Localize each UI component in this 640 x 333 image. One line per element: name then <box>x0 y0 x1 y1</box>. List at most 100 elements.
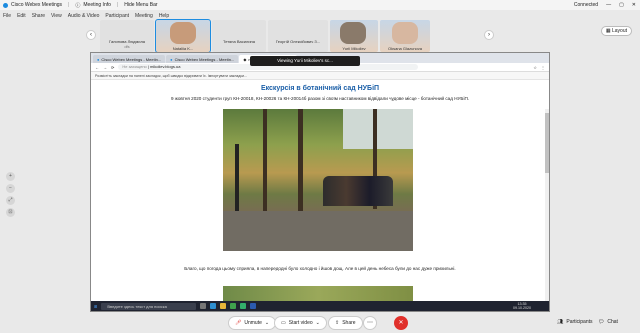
windows-start-icon[interactable]: ⊞ <box>94 304 97 309</box>
webex-tab-icon: ● <box>170 56 173 62</box>
chevron-down-icon: ⌄ <box>315 320 320 326</box>
layout-button[interactable]: ▦ Layout <box>600 26 632 36</box>
menu-file[interactable]: File <box>3 13 11 19</box>
explorer-icon[interactable] <box>220 303 227 309</box>
fit-button[interactable]: ⤢ <box>6 196 15 205</box>
word-icon[interactable] <box>250 303 257 309</box>
menu-edit[interactable]: Edit <box>17 13 26 19</box>
taskbar-search[interactable]: Введите здесь текст для поиска <box>101 302 197 310</box>
connection-status: Connected <box>573 2 599 8</box>
unmute-label: Unmute <box>244 320 262 326</box>
forward-icon[interactable]: → <box>103 65 107 70</box>
clock-date: 09.10.2020 <box>513 306 531 310</box>
start-video-label: Start video <box>288 320 313 326</box>
hide-menu-button[interactable]: Hide Menu Bar <box>124 2 157 8</box>
webex-app-icon[interactable] <box>240 303 247 309</box>
meeting-info-icon: ⓘ <box>75 2 81 9</box>
zoom-controls: + − ⤢ ⊡ <box>6 172 15 217</box>
webex-tab-icon: ● <box>97 56 100 62</box>
after-paragraph: Благо, що погода цьому сприяла, в напере… <box>184 266 456 271</box>
participant-sub: dfs <box>124 44 130 49</box>
browser-tab[interactable]: ● Cisco Webex Meetings - Meetin... <box>93 55 166 63</box>
chat-label: Chat <box>607 319 618 325</box>
participant-name: Yurii Mikoliev <box>342 46 366 51</box>
participant-video <box>340 22 366 44</box>
participant-tile[interactable]: Oksana Glazunova <box>380 20 430 52</box>
share-button[interactable]: ⇪ Share <box>328 316 363 330</box>
chat-icon: 💬︎ <box>598 319 605 325</box>
intro-paragraph: 9 жовтня 2020 студенти груп КН-20018, КН… <box>170 96 470 101</box>
windows-taskbar: ⊞ Введите здесь текст для поиска 13:35 0… <box>91 301 549 311</box>
participant-tile[interactable]: Галинова Людмила dfs <box>100 20 154 52</box>
share-label: Share <box>342 320 356 326</box>
taskbar-apps <box>200 303 257 309</box>
strip-prev-button[interactable]: ‹ <box>86 30 96 40</box>
strip-next-button[interactable]: › <box>484 30 494 40</box>
video-off-icon: ▭ <box>281 320 286 326</box>
participants-button[interactable]: 👥︎ Participants <box>557 319 592 325</box>
leave-meeting-button[interactable]: ✕ <box>394 316 408 330</box>
webex-title-bar: Cisco Webex Meetings | ⓘ Meeting Info | … <box>0 0 640 10</box>
participant-name: Oksana Glazunova <box>387 46 423 51</box>
menu-help[interactable]: Help <box>159 13 169 19</box>
meeting-controls: 🎤︎ Unmute ⌄ ▭ Start video ⌄ ⇪ Share ⋯ ✕ … <box>0 314 640 333</box>
menu-share[interactable]: Share <box>32 13 45 19</box>
security-label: Не захищено <box>122 64 147 69</box>
menu-audio-video[interactable]: Audio & Video <box>68 13 100 19</box>
menu-view[interactable]: View <box>51 13 62 19</box>
webex-logo-icon <box>3 2 8 8</box>
students-group <box>323 176 393 206</box>
taskbar-clock: 13:35 09.10.2020 <box>513 302 531 310</box>
unmute-button[interactable]: 🎤︎ Unmute ⌄ <box>228 316 277 330</box>
participant-name: Георгій Олексійович З... <box>275 39 321 44</box>
chevron-down-icon: ⌄ <box>264 320 270 326</box>
back-icon[interactable]: ← <box>95 65 99 70</box>
page-tab-icon: ◆ <box>243 56 247 62</box>
participants-label: Participants <box>566 319 593 325</box>
chat-button[interactable]: 💬︎ Chat <box>598 319 618 325</box>
start-video-button[interactable]: ▭ Start video ⌄ <box>274 316 327 330</box>
browser-tab[interactable]: ● Cisco Webex Meetings - Meetin... <box>166 55 239 63</box>
star-icon[interactable]: ☆ <box>533 65 537 70</box>
edge-icon[interactable] <box>210 303 217 309</box>
bookmarks-bar: Розмістіть закладки на панелі закладок, … <box>91 72 549 80</box>
chrome-icon[interactable] <box>230 303 237 309</box>
layout-label: Layout <box>611 28 627 34</box>
zoom-out-button[interactable]: − <box>6 184 15 193</box>
tab-label: Cisco Webex Meetings - Meetin... <box>101 56 162 62</box>
participant-strip: Галинова Людмила dfs Nataliia K... Тетян… <box>100 19 495 53</box>
tab-label: Cisco Webex Meetings - Meetin... <box>174 56 235 62</box>
participant-tile[interactable]: Тетяна Василина <box>212 20 266 52</box>
participant-tile[interactable]: Георгій Олексійович З... <box>268 20 328 52</box>
scroll-thumb[interactable] <box>545 113 549 173</box>
menu-dots-icon[interactable]: ⋮ <box>541 65 545 70</box>
url-text: mikoliev.blogs.ua <box>150 64 181 69</box>
shared-screen: ● Cisco Webex Meetings - Meetin... ● Cisco… <box>90 52 550 312</box>
zoom-in-button[interactable]: + <box>6 172 15 181</box>
app-title: Cisco Webex Meetings <box>11 2 63 8</box>
participant-name: Тетяна Василина <box>223 39 255 44</box>
menu-participant[interactable]: Participant <box>105 13 129 19</box>
close-button[interactable]: ✕ <box>632 2 636 8</box>
mic-muted-icon: 🎤︎ <box>235 320 242 326</box>
meeting-info-button[interactable]: Meeting Info <box>83 2 111 8</box>
participant-video <box>170 22 196 44</box>
maximize-button[interactable]: ▢ <box>619 2 624 8</box>
garden-photo <box>223 109 413 251</box>
participant-video <box>392 22 418 44</box>
more-options-button[interactable]: ⋯ <box>363 316 377 330</box>
page-title: Екскурсія в ботанічний сад НУБіП <box>260 85 380 92</box>
participants-icon: 👥︎ <box>557 319 564 325</box>
zoom-fit-icon[interactable]: ⊡ <box>6 208 15 217</box>
minimize-button[interactable]: — <box>606 2 611 8</box>
page-scrollbar[interactable] <box>545 109 549 311</box>
task-view-icon[interactable] <box>200 303 207 309</box>
menu-meeting[interactable]: Meeting <box>135 13 153 19</box>
reload-icon[interactable]: ⟳ <box>111 65 114 70</box>
share-banner[interactable]: Viewing Yurii Mikoliev's sc... <box>250 56 360 66</box>
web-page: Екскурсія в ботанічний сад НУБіП 9 жовтн… <box>91 81 549 311</box>
participant-tile[interactable]: Yurii Mikoliev <box>330 20 378 52</box>
participant-tile[interactable]: Nataliia K... <box>155 19 211 53</box>
participant-name: Nataliia K... <box>172 46 194 51</box>
layout-icon: ▦ <box>605 28 611 34</box>
